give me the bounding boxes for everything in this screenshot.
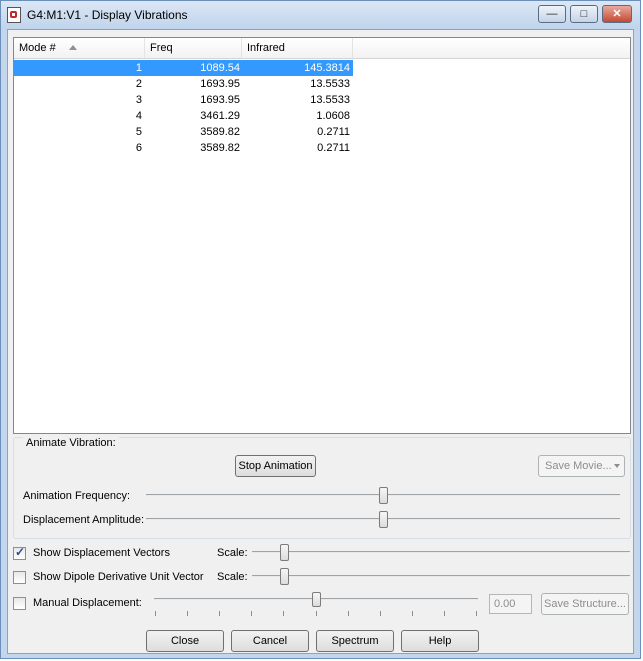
infrared-cell: 13.5533 xyxy=(310,78,350,90)
freq-cell: 3589.82 xyxy=(200,126,240,138)
cancel-button[interactable]: Cancel xyxy=(231,630,309,652)
table-row[interactable]: 1 1089.54 145.3814 xyxy=(14,60,353,76)
mode-cell: 2 xyxy=(135,78,142,90)
window-title: G4:M1:V1 - Display Vibrations xyxy=(27,8,188,22)
close-button[interactable]: Close xyxy=(146,630,224,652)
infrared-cell: 0.2711 xyxy=(317,142,350,154)
column-header-freq[interactable]: Freq xyxy=(145,38,242,58)
slider-tick xyxy=(155,611,156,616)
freq-cell: 1089.54 xyxy=(200,62,240,74)
freq-cell: 3589.82 xyxy=(200,142,240,154)
table-row[interactable]: 3 1693.95 13.5533 xyxy=(14,92,353,108)
close-icon: ✕ xyxy=(612,8,622,20)
close-window-button[interactable]: ✕ xyxy=(602,5,632,23)
infrared-cell: 145.3814 xyxy=(304,62,350,74)
slider-tick xyxy=(283,611,284,616)
displacement-amplitude-label: Displacement Amplitude: xyxy=(23,514,145,526)
dipole-scale-track xyxy=(252,575,630,577)
freq-cell: 3461.29 xyxy=(200,110,240,122)
dialog-body: Mode # Freq Infrared 1 1089.54 145.3814 … xyxy=(7,29,634,654)
help-button[interactable]: Help xyxy=(401,630,479,652)
minimize-button[interactable]: — xyxy=(538,5,566,23)
spectrum-button[interactable]: Spectrum xyxy=(316,630,394,652)
animate-vibration-label: Animate Vibration: xyxy=(23,437,119,449)
chevron-down-icon xyxy=(614,464,620,468)
vibration-mode-list[interactable]: Mode # Freq Infrared 1 1089.54 145.3814 … xyxy=(13,37,631,434)
list-rows: 1 1089.54 145.3814 2 1693.95 13.5533 3 1… xyxy=(14,60,353,156)
column-header-mode[interactable]: Mode # xyxy=(14,38,145,58)
displacement-amplitude-slider[interactable] xyxy=(379,511,388,528)
mode-cell: 1 xyxy=(135,62,142,74)
column-header-infrared[interactable]: Infrared xyxy=(242,38,353,58)
dipole-scale-label: Scale: xyxy=(217,571,248,583)
manual-displacement-slider[interactable] xyxy=(312,592,321,607)
slider-tick xyxy=(251,611,252,616)
slider-tick xyxy=(187,611,188,616)
slider-tick xyxy=(476,611,477,616)
mode-cell: 4 xyxy=(135,110,142,122)
vectors-scale-label: Scale: xyxy=(217,547,248,559)
mode-cell: 3 xyxy=(135,94,142,106)
freq-cell: 1693.95 xyxy=(200,78,240,90)
infrared-cell: 13.5533 xyxy=(310,94,350,106)
slider-tick xyxy=(348,611,349,616)
maximize-button[interactable]: □ xyxy=(570,5,598,23)
show-displacement-vectors-label: Show Displacement Vectors xyxy=(33,547,170,559)
mode-cell: 5 xyxy=(135,126,142,138)
infrared-cell: 0.2711 xyxy=(317,126,350,138)
manual-displacement-label: Manual Displacement: xyxy=(33,597,142,609)
table-row[interactable]: 2 1693.95 13.5533 xyxy=(14,76,353,92)
slider-tick xyxy=(219,611,220,616)
table-row[interactable]: 6 3589.82 0.2711 xyxy=(14,140,353,156)
table-row[interactable]: 4 3461.29 1.0608 xyxy=(14,108,353,124)
save-movie-button[interactable]: Save Movie... xyxy=(538,455,625,477)
checkmark-icon: ✓ xyxy=(15,545,26,559)
slider-tick xyxy=(412,611,413,616)
show-displacement-vectors-checkbox[interactable]: ✓ xyxy=(13,545,26,560)
freq-cell: 1693.95 xyxy=(200,94,240,106)
maximize-icon: □ xyxy=(580,8,588,20)
show-dipole-derivative-checkbox[interactable] xyxy=(13,571,26,584)
title-bar[interactable]: G4:M1:V1 - Display Vibrations — □ ✕ xyxy=(1,1,640,29)
infrared-cell: 1.0608 xyxy=(316,110,350,122)
dipole-scale-slider[interactable] xyxy=(280,568,289,585)
animation-frequency-slider[interactable] xyxy=(379,487,388,504)
slider-tick xyxy=(380,611,381,616)
save-structure-button[interactable]: Save Structure... xyxy=(541,593,629,615)
vectors-scale-track xyxy=(252,551,630,553)
manual-displacement-checkbox[interactable] xyxy=(13,597,26,610)
stop-animation-button[interactable]: Stop Animation xyxy=(235,455,316,477)
manual-displacement-value[interactable]: 0.00 xyxy=(489,594,532,614)
show-dipole-derivative-label: Show Dipole Derivative Unit Vector xyxy=(33,571,204,583)
table-row[interactable]: 5 3589.82 0.2711 xyxy=(14,124,353,140)
display-vibrations-window: G4:M1:V1 - Display Vibrations — □ ✕ Mode… xyxy=(0,0,641,659)
slider-tick xyxy=(444,611,445,616)
animation-frequency-label: Animation Frequency: xyxy=(23,490,130,502)
minimize-icon: — xyxy=(546,8,558,20)
sort-ascending-icon xyxy=(69,45,77,50)
mode-cell: 6 xyxy=(135,142,142,154)
app-icon xyxy=(7,7,21,23)
vectors-scale-slider[interactable] xyxy=(280,544,289,561)
list-header: Mode # Freq Infrared xyxy=(14,38,630,59)
slider-tick xyxy=(316,611,317,616)
